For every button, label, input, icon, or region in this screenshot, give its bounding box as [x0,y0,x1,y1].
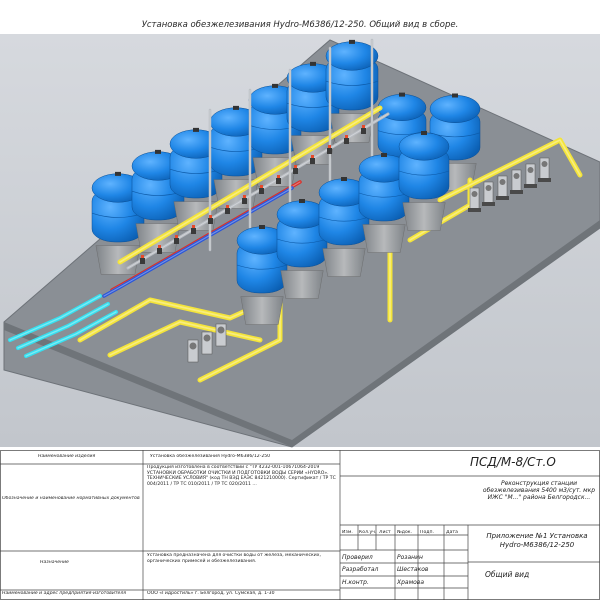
name-developed: Шестаков [397,566,429,573]
filter-vessel-front-5 [398,131,450,231]
object-title: Реконструкция станции обезжелезивания 54… [482,480,596,501]
role-developed: Разработал [342,566,379,573]
valve-icon [115,171,121,176]
name-norm-control: Храмова [397,579,425,586]
value-product-name: Установка обезжелезивания Hydro-M6386/12… [150,454,271,459]
label-standards: Обозначение и наименование нормативных д… [2,496,140,501]
pump-unit-icon [215,323,227,347]
valve-icon [272,83,278,88]
pump-unit-icon [510,169,523,194]
valve-icon [452,93,458,98]
stamp-headers: Изм. Кол.уч. Лист №док. Подп. Дата [340,528,468,538]
appendix-title: Приложение №1 Установка Hydro-M6386/12-2… [486,532,588,549]
value-manufacturer: ООО «Гидростиль» г. Белгород, ул. Сумска… [147,591,275,596]
value-purpose: Установка предназначена для очистки воды… [147,553,321,564]
valve-icon [140,258,145,264]
valve-icon [421,131,427,135]
name-checked: Розанин [397,554,423,561]
stamp-header-kol: Кол.уч. [359,530,377,535]
valve-icon [327,148,332,154]
valve-icon [191,228,196,234]
valve-icon [381,153,387,157]
stamp-header-podp: Подп. [420,530,434,535]
valve-icon [155,149,161,154]
valve-icon [276,178,281,184]
label-product-name: Наименование изделия [38,454,96,459]
value-standards: Продукция изготовлена в соответствии с "… [147,465,336,487]
role-norm-control: Н.контр. [342,579,369,586]
valve-icon [242,198,247,204]
stamp-header-list: Лист [379,530,391,535]
valve-icon [259,225,265,229]
sheet-title: Общий вид [485,570,530,579]
valve-icon [225,208,230,214]
stamp-header-doc: №док. [397,530,412,535]
pump-unit-icon [482,181,495,206]
valve-icon [361,128,366,134]
valve-icon [299,199,305,203]
valve-icon [208,218,213,224]
valve-icon [310,61,316,66]
valve-icon [344,138,349,144]
label-purpose: Назначение [40,560,69,565]
stamp-header-data: Дата [446,530,458,535]
valve-icon [193,127,199,132]
drawing-code: ПСД/М-8/Ст.О [470,455,556,469]
valve-icon [341,177,347,181]
label-manufacturer: Наименование и адрес предприятия-изготов… [2,591,127,596]
pump-unit-icon [187,339,199,363]
valve-icon [174,238,179,244]
drawing-header: Установка обезжелезивания Hydro-M6386/12… [141,20,459,30]
valve-icon [310,158,315,164]
valve-icon [259,188,264,194]
valve-icon [157,248,162,254]
valve-icon [349,39,355,44]
valve-icon [233,105,239,110]
role-checked: Проверил [342,554,373,561]
pump-unit-icon [201,331,213,355]
valve-icon [293,168,298,174]
stamp-header-izm: Изм. [342,530,353,535]
pump-unit-icon [496,175,509,200]
pump-unit-icon [524,163,537,188]
pump-unit-icon [468,187,481,212]
pump-unit-icon [538,157,551,182]
drawing-sheet: Установка обезжелезивания Hydro-M6386/12… [0,0,600,600]
valve-icon [399,92,405,97]
